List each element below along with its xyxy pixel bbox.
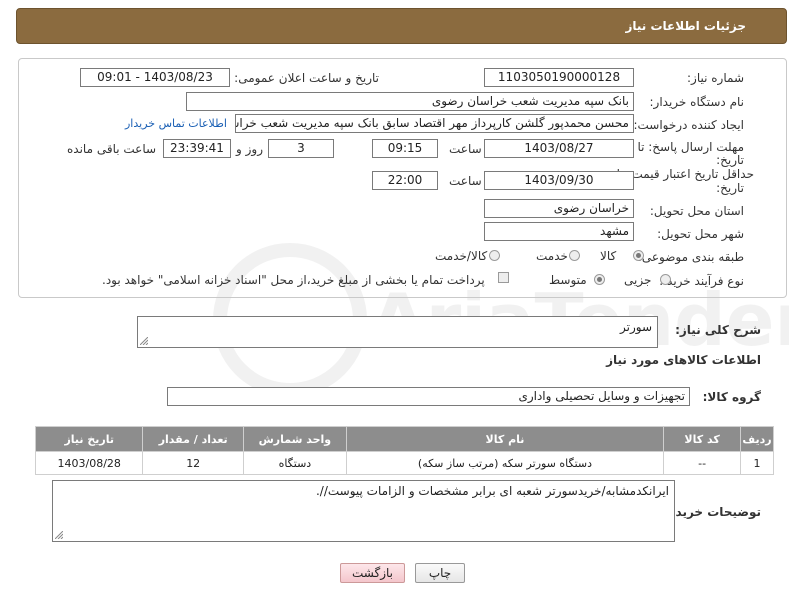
category-option-goods: کالا <box>600 249 617 263</box>
reply-days-label: روز و <box>236 142 263 156</box>
goods-section-title: اطلاعات کالاهای مورد نیاز <box>606 353 761 367</box>
price-validity-date[interactable]: 1403/09/30 <box>484 171 634 190</box>
print-button[interactable]: چاپ <box>415 563 465 583</box>
process-option-medium: متوسط <box>549 273 587 287</box>
process-type-label: نوع فرآیند خرید : <box>659 274 744 288</box>
price-validity-label: حداقل تاریخ اعتبار قیمت: تا <box>616 167 754 181</box>
price-validity-time[interactable]: 22:00 <box>372 171 438 190</box>
cell-row-number: 1 <box>740 451 774 475</box>
requester-label: ایجاد کننده درخواست: <box>633 118 744 132</box>
process-radio-medium[interactable] <box>594 274 605 285</box>
reply-deadline-date-label: تاریخ: <box>716 153 744 167</box>
buyer-notes-textarea[interactable]: ایرانکدمشابه/خریدسورتر شعبه ای برابر مشخ… <box>52 480 675 542</box>
cell-unit: دستگاه <box>242 451 347 475</box>
category-radio-goods[interactable] <box>633 250 644 261</box>
city-label: شهر محل تحویل: <box>657 227 744 241</box>
cell-goods-name: دستگاه سورتر سکه (مرتب ساز سکه) <box>345 451 665 475</box>
province-field[interactable]: خراسان رضوی <box>484 199 634 218</box>
buyer-org-field[interactable]: بانک سپه مدیریت شعب خراسان رضوی <box>186 92 634 111</box>
summary-label: شرح کلی نیاز: <box>675 323 761 337</box>
need-number-field[interactable]: 1103050190000128 <box>484 68 634 87</box>
city-field[interactable]: مشهد <box>484 222 634 241</box>
goods-group-label: گروه کالا: <box>702 390 761 404</box>
reply-deadline-date[interactable]: 1403/08/27 <box>484 139 634 158</box>
col-header-row-number: ردیف <box>740 426 774 452</box>
category-radio-service[interactable] <box>569 250 580 261</box>
category-option-both: کالا/خدمت <box>435 249 488 263</box>
requester-field[interactable]: محسن محمدپور گلشن کارپرداز مهر اقتصاد سا… <box>235 114 634 133</box>
buyer-org-label: نام دستگاه خریدار: <box>649 95 745 109</box>
category-label: طبقه بندی موضوعی: <box>637 250 744 264</box>
goods-table: ردیف کد کالا نام کالا واحد شمارش تعداد /… <box>34 426 774 475</box>
treasury-payment-note: پرداخت تمام یا بخشی از مبلغ خرید،از محل … <box>102 273 485 287</box>
table-header-row: ردیف کد کالا نام کالا واحد شمارش تعداد /… <box>34 426 774 452</box>
summary-textarea[interactable]: سورتر <box>137 316 658 348</box>
buyer-notes-text: ایرانکدمشابه/خریدسورتر شعبه ای برابر مشخ… <box>315 484 669 498</box>
col-header-quantity: تعداد / مقدار <box>142 426 244 452</box>
goods-group-field[interactable]: تجهیزات و وسایل تحصیلی واداری <box>167 387 690 406</box>
col-header-goods-code: کد کالا <box>663 426 742 452</box>
treasury-payment-checkbox[interactable] <box>498 272 509 283</box>
reply-deadline-label: مهلت ارسال پاسخ: تا <box>637 140 744 154</box>
buyer-contact-link[interactable]: اطلاعات تماس خریدار <box>125 117 227 130</box>
back-button[interactable]: بازگشت <box>340 563 405 583</box>
col-header-unit: واحد شمارش <box>242 426 347 452</box>
announce-datetime-field[interactable]: 1403/08/23 - 09:01 <box>80 68 230 87</box>
col-header-goods-name: نام کالا <box>345 426 665 452</box>
cell-quantity: 12 <box>142 451 244 475</box>
process-option-minor: جزیی <box>624 273 652 287</box>
resize-grip-icon[interactable] <box>140 337 148 345</box>
process-radio-minor[interactable] <box>660 274 671 285</box>
announce-datetime-label: تاریخ و ساعت اعلان عمومی: <box>234 71 379 85</box>
reply-deadline-time[interactable]: 09:15 <box>372 139 438 158</box>
table-row: 1 -- دستگاه سورتر سکه (مرتب ساز سکه) دست… <box>34 451 774 475</box>
price-validity-time-label: ساعت <box>449 174 482 188</box>
page-title: جزئیات اطلاعات نیاز <box>625 19 746 33</box>
cell-goods-code: -- <box>663 451 742 475</box>
need-number-label: شماره نیاز: <box>687 71 744 85</box>
category-radio-both[interactable] <box>489 250 500 261</box>
page-header: جزئیات اطلاعات نیاز <box>16 8 787 44</box>
remaining-time-field[interactable]: 23:39:41 <box>163 139 231 158</box>
reply-days-field[interactable]: 3 <box>268 139 334 158</box>
cell-need-date: 1403/08/28 <box>34 451 144 475</box>
province-label: استان محل تحویل: <box>649 204 744 218</box>
category-option-service: خدمت <box>536 249 568 263</box>
summary-text: سورتر <box>619 320 652 334</box>
resize-grip-icon[interactable] <box>55 531 63 539</box>
remaining-time-label: ساعت باقی مانده <box>67 142 157 156</box>
reply-deadline-time-label: ساعت <box>449 142 482 156</box>
price-validity-date-label: تاریخ: <box>716 181 744 195</box>
col-header-need-date: تاریخ نیاز <box>34 426 144 452</box>
